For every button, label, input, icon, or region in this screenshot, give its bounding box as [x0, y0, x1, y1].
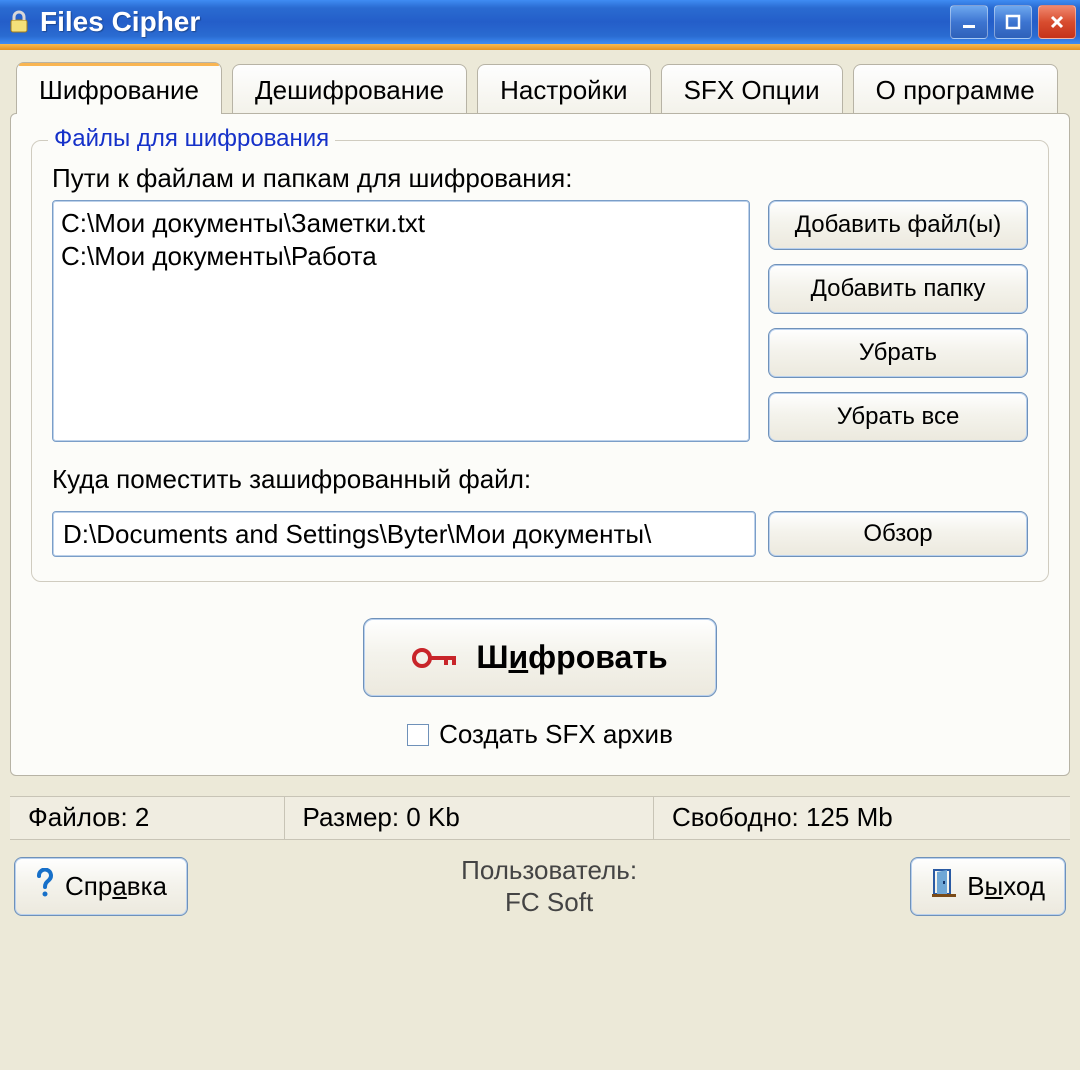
user-block: Пользователь: FC Soft	[188, 854, 910, 919]
tab-label: SFX Опции	[684, 75, 820, 105]
status-files: Файлов: 2	[10, 797, 285, 839]
paths-listbox[interactable]: C:\Мои документы\Заметки.txt C:\Мои доку…	[52, 200, 750, 442]
label-part: вка	[127, 871, 167, 901]
add-files-button[interactable]: Добавить файл(ы)	[768, 200, 1028, 250]
label-underline: и	[509, 639, 529, 675]
remove-button[interactable]: Убрать	[768, 328, 1028, 378]
tab-decrypt[interactable]: Дешифрование	[232, 64, 467, 114]
minimize-button[interactable]	[950, 5, 988, 39]
label-part: Спр	[65, 871, 112, 901]
exit-button-label: Выход	[967, 871, 1045, 902]
sfx-checkbox[interactable]: Создать SFX архив	[407, 719, 673, 750]
tab-strip: Шифрование Дешифрование Настройки SFX Оп…	[10, 62, 1070, 114]
paths-buttons-column: Добавить файл(ы) Добавить папку Убрать У…	[768, 200, 1028, 442]
status-size: Размер: 0 Kb	[285, 797, 655, 839]
tab-sfx[interactable]: SFX Опции	[661, 64, 843, 114]
encrypt-button-label: Шифровать	[476, 639, 667, 676]
sfx-checkbox-label: Создать SFX архив	[439, 719, 673, 750]
window-controls	[950, 5, 1076, 39]
help-button[interactable]: Справка	[14, 857, 188, 916]
files-groupbox: Файлы для шифрования Пути к файлам и пап…	[31, 140, 1049, 582]
add-folder-button[interactable]: Добавить папку	[768, 264, 1028, 314]
main-window: Files Cipher Шифрование Дешифрование Нас…	[0, 0, 1080, 933]
encrypt-button[interactable]: Шифровать	[363, 618, 716, 697]
label-underline: ы	[985, 871, 1004, 901]
key-icon	[412, 646, 458, 670]
dest-label: Куда поместить зашифрованный файл:	[52, 464, 1028, 495]
lock-icon	[8, 10, 30, 34]
maximize-button[interactable]	[994, 5, 1032, 39]
paths-label: Пути к файлам и папкам для шифрования:	[52, 163, 1028, 194]
bottom-bar: Справка Пользователь: FC Soft Выход	[10, 840, 1070, 923]
exit-door-icon	[931, 868, 957, 905]
exit-button[interactable]: Выход	[910, 857, 1066, 916]
dest-path-input[interactable]	[52, 511, 756, 557]
label-part: ход	[1003, 871, 1045, 901]
titlebar[interactable]: Files Cipher	[0, 0, 1080, 44]
tab-panel-encrypt: Файлы для шифрования Пути к файлам и пап…	[10, 113, 1070, 776]
help-button-label: Справка	[65, 871, 167, 902]
groupbox-legend: Файлы для шифрования	[48, 125, 335, 153]
label-part: В	[967, 871, 984, 901]
tab-label: Шифрование	[39, 75, 199, 105]
tab-label: О программе	[876, 75, 1035, 105]
tab-encrypt[interactable]: Шифрование	[16, 62, 222, 114]
status-bar: Файлов: 2 Размер: 0 Kb Свободно: 125 Mb	[10, 796, 1070, 840]
status-free: Свободно: 125 Mb	[654, 797, 1070, 839]
browse-button[interactable]: Обзор	[768, 511, 1028, 557]
label-part: Ш	[476, 639, 508, 675]
remove-all-button[interactable]: Убрать все	[768, 392, 1028, 442]
checkbox-box	[407, 724, 429, 746]
label-underline: а	[112, 871, 126, 901]
label-part: фровать	[528, 639, 667, 675]
list-item[interactable]: C:\Мои документы\Работа	[61, 240, 741, 273]
user-title: Пользователь:	[188, 854, 910, 887]
tab-about[interactable]: О программе	[853, 64, 1058, 114]
help-icon	[35, 868, 55, 905]
client-area: Шифрование Дешифрование Настройки SFX Оп…	[0, 50, 1080, 933]
list-item[interactable]: C:\Мои документы\Заметки.txt	[61, 207, 741, 240]
tab-label: Дешифрование	[255, 75, 444, 105]
user-name: FC Soft	[188, 886, 910, 919]
tab-label: Настройки	[500, 75, 628, 105]
tab-settings[interactable]: Настройки	[477, 64, 651, 114]
close-button[interactable]	[1038, 5, 1076, 39]
window-title: Files Cipher	[40, 6, 950, 38]
